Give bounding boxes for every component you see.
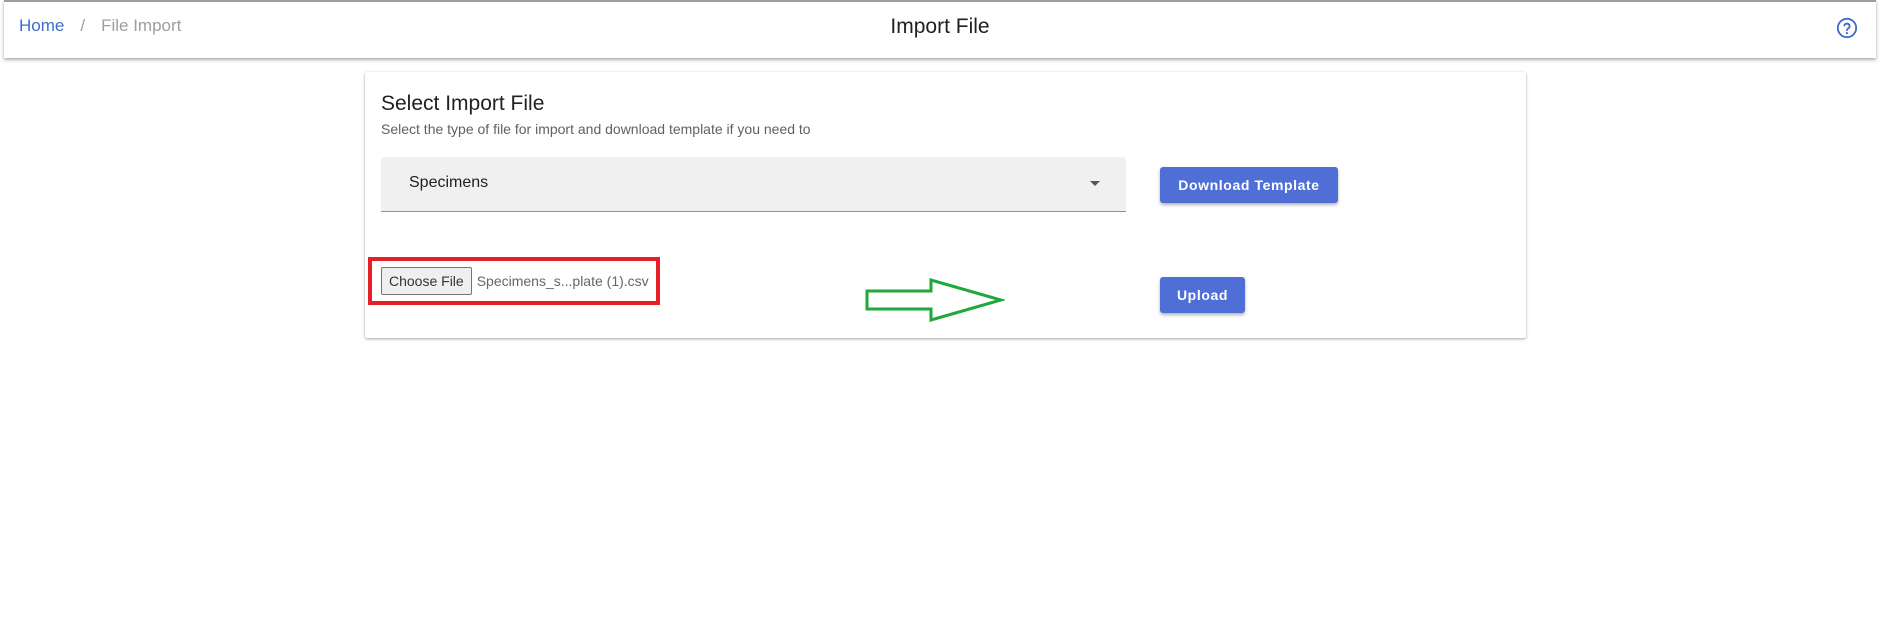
dropdown-arrow-icon	[1090, 181, 1100, 186]
file-type-select-value: Specimens	[409, 174, 489, 191]
right-arrow-annotation-icon	[865, 278, 1005, 322]
download-template-button[interactable]: Download Template	[1160, 167, 1338, 203]
choose-file-button[interactable]: Choose File	[381, 267, 472, 295]
page-title: Import File	[890, 15, 990, 38]
app-root: Home / File Import Import File Select Im…	[0, 0, 1881, 620]
upload-button[interactable]: Upload	[1160, 277, 1245, 313]
card-subtitle: Select the type of file for import and d…	[381, 121, 811, 137]
top-app-bar: Home / File Import Import File	[4, 0, 1876, 58]
file-type-select[interactable]: Specimens	[381, 157, 1126, 212]
help-circle-icon	[1836, 17, 1858, 39]
file-input[interactable]: Choose File Specimens_s...plate (1).csv	[381, 267, 649, 295]
selected-file-name: Specimens_s...plate (1).csv	[476, 273, 649, 289]
help-button[interactable]	[1836, 17, 1858, 39]
import-card: Select Import File Select the type of fi…	[365, 72, 1526, 338]
card-title: Select Import File	[381, 92, 545, 115]
